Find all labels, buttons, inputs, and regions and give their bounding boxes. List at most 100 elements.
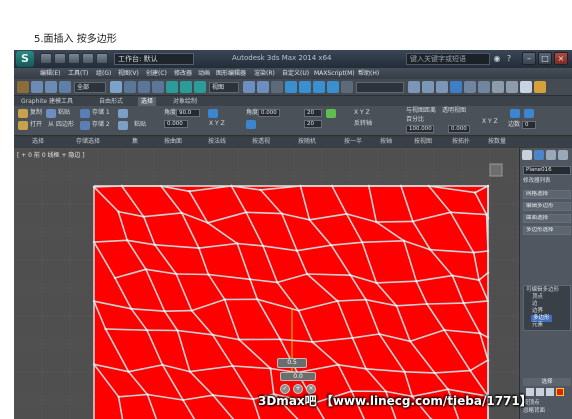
selection-filter-dropdown[interactable]: 全部 [74, 82, 106, 93]
polygon-edge[interactable] [426, 302, 464, 305]
polygon-vertex[interactable] [251, 397, 255, 401]
polygon-mode-icon[interactable] [556, 388, 564, 396]
polygon-vertex[interactable] [280, 212, 283, 215]
polygon-vertex[interactable] [361, 241, 364, 244]
polygon-vertex[interactable] [345, 212, 348, 216]
polygon-vertex[interactable] [237, 338, 241, 341]
polygon-vertex[interactable] [375, 281, 378, 285]
reference-coord-dropdown[interactable]: 视图 [209, 82, 239, 93]
panel-by-topology[interactable]: 按拓扑 [452, 138, 470, 146]
close-button[interactable]: × [554, 52, 568, 65]
polygon-vertex[interactable] [402, 239, 406, 242]
save-file-icon[interactable] [68, 53, 80, 64]
polygon-vertex[interactable] [206, 221, 209, 224]
polygon-vertex[interactable] [395, 304, 398, 307]
polygon-vertex[interactable] [403, 370, 406, 373]
paste-label-2[interactable]: 粘贴 [134, 121, 146, 129]
stack-editable-poly[interactable]: 可编辑多边形 [526, 287, 559, 294]
polygon-vertex[interactable] [425, 302, 429, 306]
polygon-vertex[interactable] [207, 273, 210, 276]
select-by-name-icon[interactable] [124, 81, 136, 93]
polygon-vertex[interactable] [449, 211, 452, 214]
menu-create[interactable]: 创建(C) [146, 69, 167, 78]
modify-tab-icon[interactable] [534, 150, 544, 160]
tab-graphite[interactable]: Graphite 建模工具 [18, 97, 76, 106]
polygon-vertex[interactable] [364, 367, 368, 370]
graphite-toggle-icon[interactable] [450, 81, 462, 93]
polygon-vertex[interactable] [117, 210, 120, 213]
polygon-vertex[interactable] [336, 299, 339, 303]
panel-by-normal[interactable]: 按法线 [208, 138, 226, 146]
polygon-vertex[interactable] [153, 243, 156, 246]
polygon-vertex[interactable] [330, 244, 333, 247]
panel-set[interactable]: 集 [132, 138, 138, 146]
polygon-vertex[interactable] [175, 272, 178, 276]
stack-polygon[interactable]: 多边形 [531, 315, 552, 322]
polygon-vertex[interactable] [231, 364, 234, 368]
percent-field[interactable]: 100.000 [406, 125, 434, 133]
front-viewport[interactable]: [ + 0 前 0 线框 + 隐边 ] 0.5 0.0 ✓ + × [14, 148, 519, 419]
panel-by-persp[interactable]: 按透视 [252, 138, 270, 146]
paste-label[interactable]: 粘贴 [58, 109, 70, 117]
panel-by-count[interactable]: 按数量 [488, 138, 506, 146]
polygon-vertex[interactable] [311, 340, 314, 344]
polygon-vertex[interactable] [259, 188, 262, 192]
polygon-vertex[interactable] [142, 215, 145, 218]
poly-select-button[interactable]: 多边形选择 [523, 226, 571, 235]
storage1-icon[interactable] [80, 109, 90, 118]
panel-by-random[interactable]: 按随机 [298, 138, 316, 146]
stack-element[interactable]: 元素 [532, 322, 543, 329]
polygon-edge[interactable] [164, 309, 192, 312]
polygon-vertex[interactable] [364, 298, 368, 301]
polygon-vertex[interactable] [472, 251, 475, 254]
polygon-vertex[interactable] [375, 220, 378, 224]
x-axis-icon[interactable] [208, 109, 218, 118]
polygon-vertex[interactable] [211, 394, 215, 397]
polygon-vertex[interactable] [429, 248, 432, 251]
border-mode-icon[interactable] [546, 388, 554, 396]
angle-field[interactable]: 90.0 [176, 109, 200, 117]
polygon-vertex[interactable] [378, 332, 381, 336]
menu-modifiers[interactable]: 修改器 [174, 69, 192, 78]
menu-tools[interactable]: 工具(T) [68, 69, 88, 78]
polygon-vertex[interactable] [256, 298, 259, 301]
open-label[interactable]: 打开 [30, 121, 42, 129]
surface-select-button[interactable]: 曲面选择 [523, 214, 571, 223]
paste-icon[interactable] [46, 109, 56, 118]
polygon-vertex[interactable] [337, 363, 340, 366]
viewport-label[interactable]: [ + 0 前 0 线框 + 隐边 ] [17, 150, 85, 159]
layer-manager-icon[interactable] [436, 81, 448, 93]
polygon-vertex[interactable] [144, 268, 148, 271]
polygon-vertex[interactable] [163, 310, 166, 313]
open-icon[interactable] [18, 121, 28, 130]
select-manipulate-icon[interactable] [257, 81, 269, 93]
polygon-vertex[interactable] [104, 327, 107, 331]
polygon-vertex[interactable] [446, 388, 450, 391]
tab-freeform[interactable]: 自由形式 [96, 97, 126, 106]
polygon-vertex[interactable] [478, 332, 482, 335]
hierarchy-tab-icon[interactable] [546, 150, 556, 160]
polygon-vertex[interactable] [180, 211, 183, 215]
panel-by-half[interactable]: 按一半 [344, 138, 362, 146]
motion-tab-icon[interactable] [558, 150, 568, 160]
menu-customize[interactable]: 自定义(U) [282, 69, 309, 78]
polygon-vertex[interactable] [113, 276, 117, 280]
polygon-vertex[interactable] [462, 301, 465, 305]
copy-icon[interactable] [18, 109, 28, 118]
material-editor-icon[interactable] [492, 81, 504, 93]
polygon-vertex[interactable] [451, 274, 454, 277]
storage1-label[interactable]: 存储 1 [92, 109, 110, 117]
modifier-list-label[interactable]: 修改器列表 [523, 178, 551, 185]
polygon-vertex[interactable] [181, 398, 185, 402]
pivot-center-icon[interactable] [243, 81, 255, 93]
edit-named-sel-icon[interactable] [341, 81, 353, 93]
snaps-toggle-icon[interactable] [285, 81, 297, 93]
xyz2-label[interactable]: X Y Z [354, 109, 370, 117]
scale-icon[interactable] [194, 81, 206, 93]
polygon-vertex[interactable] [279, 338, 282, 341]
storage2-label[interactable]: 存储 2 [92, 121, 110, 129]
rect-selection-icon[interactable] [138, 81, 150, 93]
minimize-button[interactable]: – [522, 52, 536, 65]
panel-by-view[interactable]: 按视图 [414, 138, 432, 146]
menu-group[interactable]: 组(G) [96, 69, 111, 78]
